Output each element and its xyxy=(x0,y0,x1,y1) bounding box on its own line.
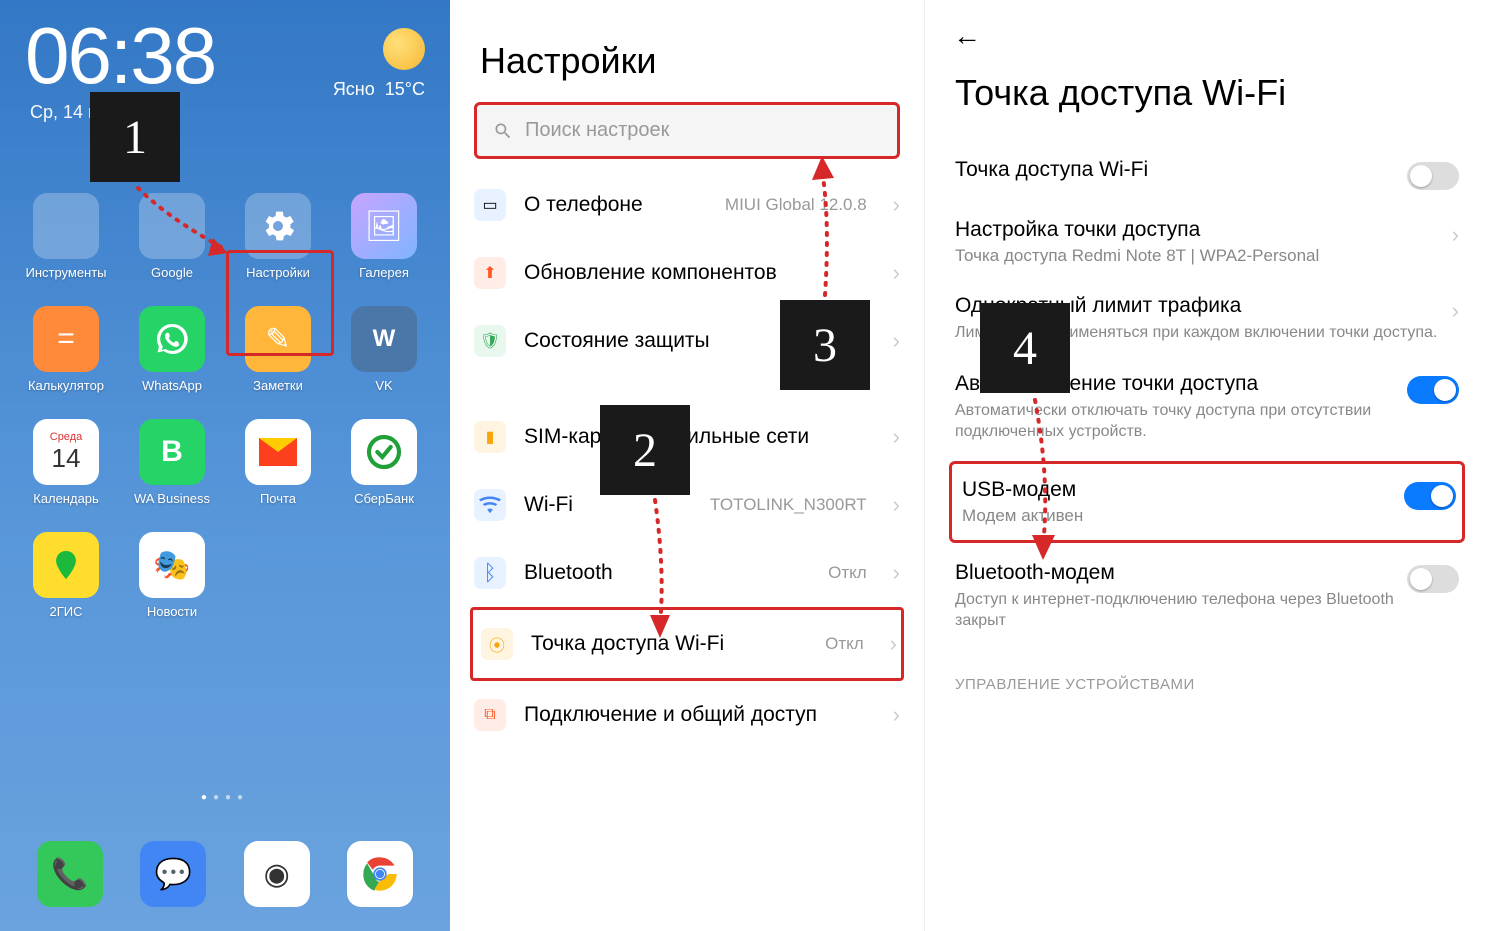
auto-off-toggle[interactable] xyxy=(1407,376,1459,404)
chevron-right-icon: › xyxy=(893,702,900,728)
app-instruments[interactable]: Инструменты xyxy=(18,193,114,280)
date-label: Ср, 14 июля xyxy=(0,102,450,123)
news-icon: 🎭 xyxy=(139,532,205,598)
settings-hotspot[interactable]: ⦿Точка доступа Wi-FiОткл› xyxy=(470,607,904,681)
folder-icon xyxy=(33,193,99,259)
update-icon: ⬆ xyxy=(474,257,506,289)
usb-modem-row[interactable]: USB-модемМодем активен xyxy=(949,461,1465,543)
step-2-badge: 2 xyxy=(600,405,690,495)
search-placeholder: Поиск настроек xyxy=(525,119,669,142)
hotspot-screen: ← Точка доступа Wi-Fi Точка доступа Wi-F… xyxy=(925,0,1489,931)
app-google[interactable]: Google xyxy=(124,193,220,280)
folder-icon xyxy=(139,193,205,259)
app-whatsapp[interactable]: WhatsApp xyxy=(124,306,220,393)
camera-icon: ◉ xyxy=(244,841,310,907)
app-vk[interactable]: WVK xyxy=(336,306,432,393)
chevron-right-icon: › xyxy=(893,492,900,518)
usb-modem-toggle[interactable] xyxy=(1404,482,1456,510)
dock: 📞 💬 ◉ xyxy=(0,841,450,913)
app-news[interactable]: 🎭Новости xyxy=(124,532,220,619)
dock-messages[interactable]: 💬 xyxy=(140,841,206,913)
back-button[interactable]: ← xyxy=(925,0,981,52)
app-wabusiness[interactable]: BWA Business xyxy=(124,419,220,506)
search-input[interactable]: Поиск настроек xyxy=(474,102,900,159)
sberbank-icon xyxy=(351,419,417,485)
step-4-badge: 4 xyxy=(980,303,1070,393)
chevron-right-icon: › xyxy=(890,631,897,657)
settings-update[interactable]: ⬆Обновление компонентов› xyxy=(450,239,924,307)
dock-chrome[interactable] xyxy=(347,841,413,913)
calendar-icon: Среда14 xyxy=(33,419,99,485)
app-mail[interactable]: Почта xyxy=(230,419,326,506)
mail-icon xyxy=(245,419,311,485)
step-1-badge: 1 xyxy=(90,92,180,182)
settings-title: Настройки xyxy=(450,0,924,102)
hotspot-toggle[interactable] xyxy=(1407,162,1459,190)
app-calc[interactable]: =Калькулятор xyxy=(18,306,114,393)
whatsapp-icon xyxy=(139,306,205,372)
search-icon xyxy=(493,121,513,141)
chevron-right-icon: › xyxy=(1452,298,1459,324)
settings-bluetooth[interactable]: ᛒBluetoothОткл› xyxy=(450,539,924,607)
bluetooth-icon: ᛒ xyxy=(474,557,506,589)
sim-icon: ▮ xyxy=(474,421,506,453)
weather-widget[interactable]: Ясно 15°C xyxy=(333,28,425,100)
chevron-right-icon: › xyxy=(1452,222,1459,248)
phone-info-icon: ▭ xyxy=(474,189,506,221)
app-calendar[interactable]: Среда14Календарь xyxy=(18,419,114,506)
app-sber[interactable]: СберБанк xyxy=(336,419,432,506)
weather-sun-icon xyxy=(383,28,425,70)
dock-camera[interactable]: ◉ xyxy=(244,841,310,913)
settings-connection[interactable]: ⧉Подключение и общий доступ› xyxy=(450,681,924,749)
chevron-right-icon: › xyxy=(893,260,900,286)
settings-highlight xyxy=(226,250,334,356)
chevron-right-icon: › xyxy=(893,424,900,450)
hotspot-toggle-row[interactable]: Точка доступа Wi-Fi xyxy=(925,144,1489,204)
chevron-right-icon: › xyxy=(893,192,900,218)
chevron-right-icon: › xyxy=(893,328,900,354)
settings-about[interactable]: ▭О телефонеMIUI Global 12.0.8› xyxy=(450,171,924,239)
gis-icon xyxy=(33,532,99,598)
whatsapp-business-icon: B xyxy=(139,419,205,485)
shield-icon: 🛡 xyxy=(474,325,506,357)
hotspot-setup-row[interactable]: Настройка точки доступаТочка доступа Red… xyxy=(925,204,1489,280)
settings-screen: Настройки Поиск настроек ▭О телефонеMIUI… xyxy=(450,0,925,931)
chrome-icon xyxy=(347,841,413,907)
wifi-icon xyxy=(474,489,506,521)
app-gallery[interactable]: 🖼Галерея xyxy=(336,193,432,280)
vk-icon: W xyxy=(351,306,417,372)
calculator-icon: = xyxy=(33,306,99,372)
step-3-badge: 3 xyxy=(780,300,870,390)
bt-modem-row[interactable]: Bluetooth-модемДоступ к интернет-подключ… xyxy=(925,547,1489,646)
page-indicator: ●●●● xyxy=(0,792,450,803)
bt-modem-toggle[interactable] xyxy=(1407,565,1459,593)
devices-section-label: УПРАВЛЕНИЕ УСТРОЙСТВАМИ xyxy=(925,646,1489,693)
gallery-icon: 🖼 xyxy=(351,193,417,259)
phone-icon: 📞 xyxy=(37,841,103,907)
app-2gis[interactable]: 2ГИС xyxy=(18,532,114,619)
dock-phone[interactable]: 📞 xyxy=(37,841,103,913)
chevron-right-icon: › xyxy=(893,560,900,586)
hotspot-icon: ⦿ xyxy=(481,628,513,660)
home-screen: 06:38 Ср, 14 июля Ясно 15°C Инструменты … xyxy=(0,0,450,931)
hotspot-title: Точка доступа Wi-Fi xyxy=(925,52,1489,144)
share-icon: ⧉ xyxy=(474,699,506,731)
messages-icon: 💬 xyxy=(140,841,206,907)
